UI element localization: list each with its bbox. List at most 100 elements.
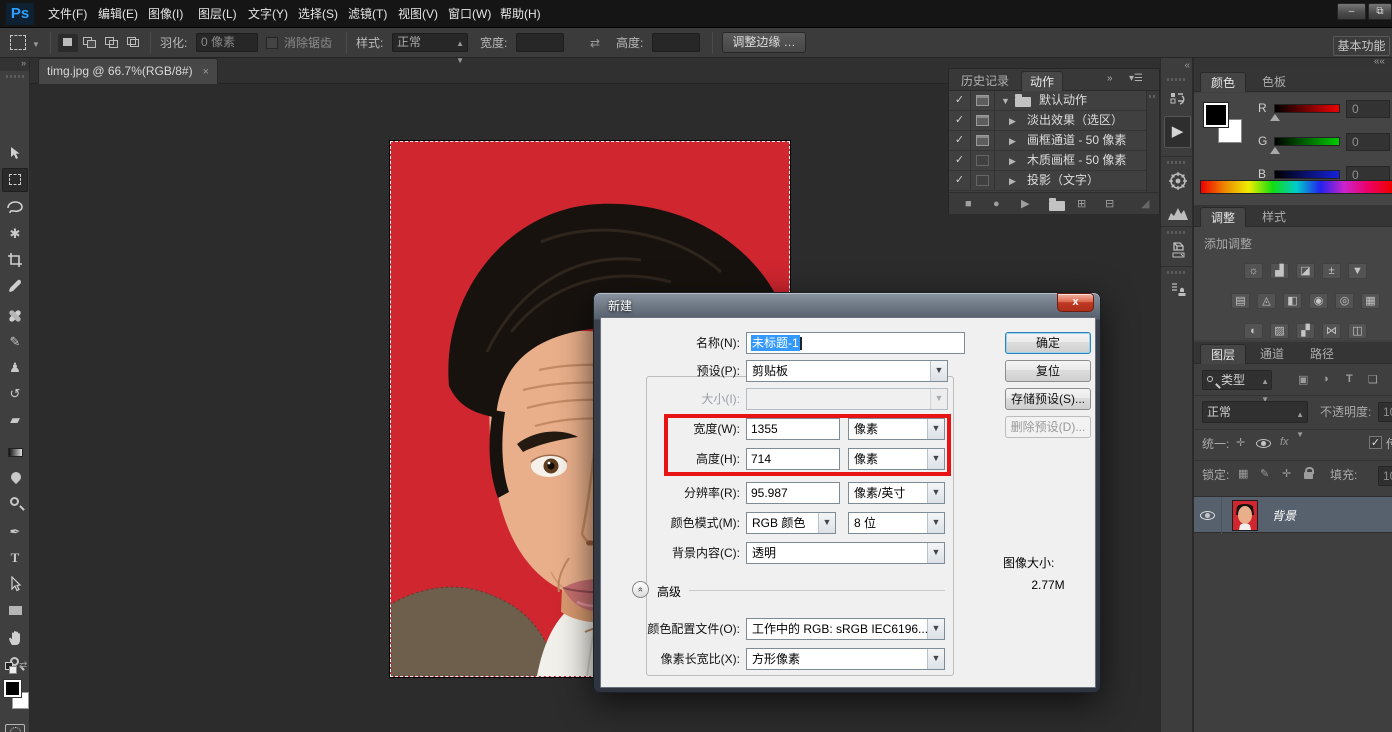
action-check-icon[interactable]: ✓ <box>949 151 971 170</box>
new-selection-mode-button[interactable] <box>58 34 78 52</box>
layer-row-background[interactable]: 背景 <box>1194 496 1392 533</box>
curves-icon[interactable]: ◪ <box>1296 263 1315 279</box>
menu-view[interactable]: 视图(V) <box>392 0 444 28</box>
new-action-icon[interactable]: ⊞ <box>1077 193 1086 215</box>
blur-tool[interactable] <box>2 466 28 490</box>
hand-tool[interactable] <box>2 626 28 650</box>
action-check-icon[interactable]: ✓ <box>949 91 971 110</box>
spot-healing-brush-tool[interactable] <box>2 304 28 328</box>
menu-edit[interactable]: 编辑(E) <box>92 0 144 28</box>
red-slider-track[interactable] <box>1274 104 1340 113</box>
action-row[interactable]: ✓ ▶ 投影（文字） <box>949 171 1146 191</box>
green-slider-thumb[interactable] <box>1270 147 1280 154</box>
layer-thumbnail[interactable] <box>1232 500 1258 531</box>
layer-filter-select[interactable]: 类型 ▲▼ <box>1202 370 1272 390</box>
panel-grip[interactable] <box>1167 161 1187 164</box>
tab-close-icon[interactable]: × <box>203 66 209 78</box>
delete-preset-button[interactable]: 删除预设(D)... <box>1005 416 1091 438</box>
save-preset-button[interactable]: 存储预设(S)... <box>1005 388 1091 410</box>
type-tool[interactable]: T <box>2 546 28 570</box>
menu-type[interactable]: 文字(Y) <box>242 0 294 28</box>
action-row[interactable]: ✓ ▶ 淡出效果（选区） <box>949 111 1146 131</box>
layer-visibility-eye-icon[interactable] <box>1200 511 1215 520</box>
ok-button[interactable]: 确定 <box>1005 332 1091 354</box>
action-check-icon[interactable]: ✓ <box>949 111 971 130</box>
minimize-button[interactable]: – <box>1337 3 1366 20</box>
resolution-input[interactable]: 95.987 <box>746 482 840 504</box>
lock-pixels-icon[interactable]: ✎ <box>1260 467 1269 480</box>
expander-right-icon[interactable]: ▶ <box>1009 176 1016 187</box>
reset-button[interactable]: 复位 <box>1005 360 1091 382</box>
brightness-contrast-icon[interactable]: ☼ <box>1244 263 1263 279</box>
stop-playing-icon[interactable]: ■ <box>965 193 972 215</box>
blue-slider-track[interactable] <box>1274 170 1340 179</box>
tab-paths[interactable]: 路径 <box>1300 344 1344 364</box>
gradient-tool[interactable] <box>2 440 28 464</box>
play-selection-icon[interactable]: ▶ <box>1021 193 1029 215</box>
dialog-toggle-icon[interactable] <box>976 95 989 106</box>
dialog-toggle-icon[interactable] <box>976 135 989 146</box>
unify-position-icon[interactable]: ✛ <box>1236 436 1245 449</box>
lock-position-icon[interactable]: ✛ <box>1282 467 1291 480</box>
actions-panel-button[interactable]: ▶ <box>1164 116 1191 148</box>
resize-grip-icon[interactable]: ◢ <box>1141 193 1149 215</box>
path-selection-tool[interactable] <box>2 572 28 596</box>
clone-stamp-tool[interactable]: ♟ <box>2 356 28 380</box>
rectangular-marquee-tool[interactable] <box>2 168 28 192</box>
menu-filter[interactable]: 滤镜(T) <box>342 0 393 28</box>
expander-down-icon[interactable]: ▼ <box>1001 96 1010 106</box>
advanced-collapse-button[interactable]: « <box>632 581 649 598</box>
rectangle-shape-tool[interactable] <box>2 598 28 622</box>
green-value-input[interactable]: 0 <box>1346 133 1390 151</box>
refine-edge-button[interactable]: 调整边缘 … <box>722 32 806 53</box>
layer-name[interactable]: 背景 <box>1272 507 1296 524</box>
tool-preset-icon[interactable] <box>10 35 26 50</box>
swap-dimensions-icon[interactable]: ⇄ <box>590 36 600 50</box>
menu-help[interactable]: 帮助(H) <box>494 0 547 28</box>
tab-actions[interactable]: 动作 <box>1021 71 1063 91</box>
menu-file[interactable]: 文件(F) <box>42 0 93 28</box>
expander-right-icon[interactable]: ▶ <box>1009 136 1016 147</box>
properties-panel-button[interactable] <box>1164 238 1191 264</box>
fill-input[interactable]: 100% <box>1378 466 1392 486</box>
histogram-panel-button[interactable] <box>1164 200 1191 226</box>
clone-source-panel-button[interactable] <box>1164 278 1191 304</box>
eraser-tool[interactable]: ▰ <box>2 408 28 432</box>
name-input[interactable]: 未标题-1 <box>746 332 965 354</box>
color-profile-select[interactable]: 工作中的 RGB: sRGB IEC6196...▼ <box>746 618 945 640</box>
color-mode-select[interactable]: RGB 颜色▼ <box>746 512 836 534</box>
background-contents-select[interactable]: 透明▼ <box>746 542 945 564</box>
selective-color-icon[interactable]: ◫ <box>1348 323 1367 339</box>
lock-all-icon[interactable] <box>1304 472 1313 479</box>
lasso-tool[interactable] <box>2 196 28 220</box>
exposure-icon[interactable]: ± <box>1322 263 1341 279</box>
pen-tool[interactable]: ✒ <box>2 520 28 544</box>
menu-window[interactable]: 窗口(W) <box>442 0 497 28</box>
restore-button[interactable]: ⧉ <box>1368 3 1392 20</box>
filter-adjustment-layers-icon[interactable]: ◑ <box>1322 373 1329 385</box>
history-brush-tool[interactable]: ↺ <box>2 382 28 406</box>
dialog-toggle-empty[interactable] <box>976 175 989 186</box>
tab-channels[interactable]: 通道 <box>1250 344 1294 364</box>
lock-transparent-icon[interactable]: ▦ <box>1238 467 1248 480</box>
workspace-switcher-button[interactable]: 基本功能 <box>1333 36 1390 56</box>
collapse-tools-icon[interactable]: » <box>0 58 29 71</box>
visibility-well[interactable] <box>1194 497 1222 534</box>
magic-wand-tool[interactable]: ✱ <box>2 222 28 246</box>
panel-grip[interactable] <box>6 75 24 78</box>
bit-depth-select[interactable]: 8 位▼ <box>848 512 945 534</box>
tab-styles[interactable]: 样式 <box>1252 207 1296 227</box>
panel-grip[interactable] <box>1167 78 1187 81</box>
brush-tool[interactable]: ✎ <box>2 330 28 354</box>
levels-icon[interactable]: ▟ <box>1270 263 1289 279</box>
resolution-unit-select[interactable]: 像素/英寸▼ <box>848 482 945 504</box>
tab-color[interactable]: 颜色 <box>1200 72 1246 92</box>
red-slider-thumb[interactable] <box>1270 114 1280 121</box>
tab-adjustments[interactable]: 调整 <box>1200 207 1246 227</box>
actions-scrollbar[interactable] <box>1146 91 1159 192</box>
action-check-icon[interactable]: ✓ <box>949 131 971 150</box>
delete-icon[interactable]: ⊟ <box>1105 193 1114 215</box>
filter-pixel-layers-icon[interactable]: ▣ <box>1298 373 1308 386</box>
color-balance-icon[interactable]: ◬ <box>1257 293 1276 309</box>
intersect-selection-mode-button[interactable] <box>124 34 144 52</box>
